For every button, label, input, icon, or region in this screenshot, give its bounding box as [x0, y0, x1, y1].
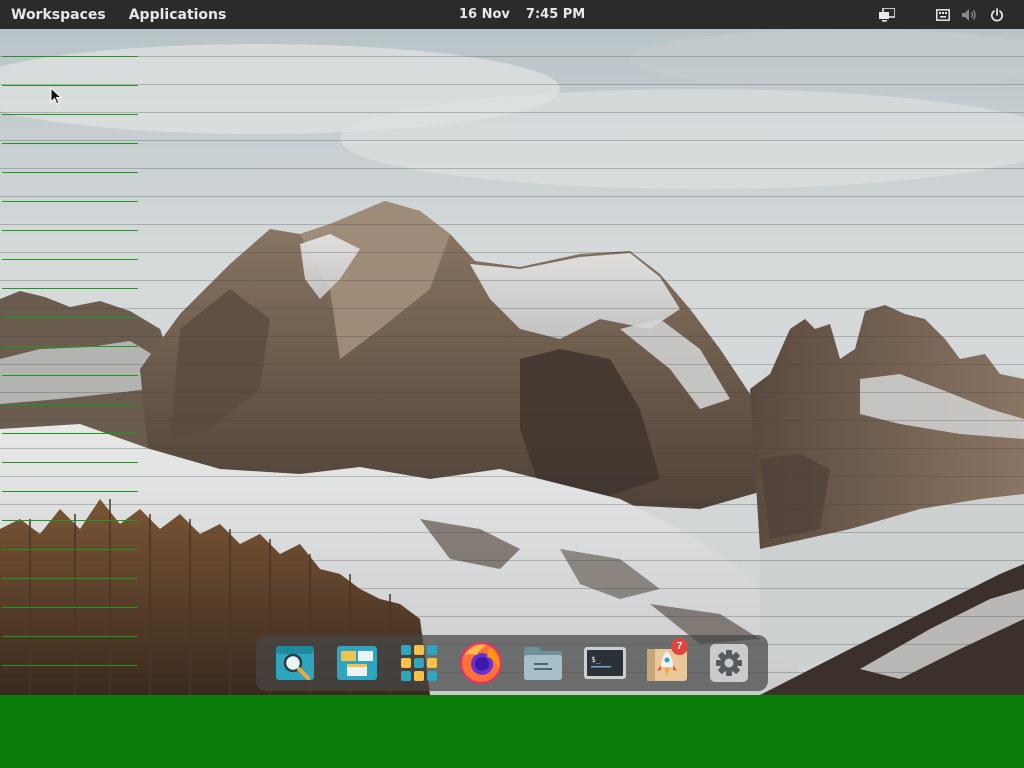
magnifier-icon	[276, 646, 314, 680]
folder-icon	[524, 647, 562, 680]
dock-item-software-updater[interactable]: 7	[644, 638, 690, 686]
clock-date: 16 Nov	[459, 7, 510, 22]
applications-button[interactable]: Applications	[129, 7, 227, 23]
dock-item-files[interactable]	[520, 640, 566, 686]
gear-icon	[710, 644, 748, 682]
terminal-icon: $_	[584, 647, 626, 679]
firefox-icon	[460, 642, 502, 684]
dock-item-settings[interactable]	[706, 640, 752, 686]
windows-icon	[337, 646, 377, 680]
clock[interactable]: 16 Nov 7:45 PM	[459, 0, 585, 29]
power-icon[interactable]	[987, 5, 1007, 25]
clock-time: 7:45 PM	[525, 7, 586, 22]
dock-item-firefox[interactable]	[458, 640, 504, 686]
mouse-pointer-icon	[50, 87, 62, 105]
top-panel: Workspaces Applications 16 Nov 7:45 PM	[0, 0, 1024, 29]
dock-item-terminal[interactable]: $_	[582, 640, 628, 686]
update-count-badge: 7	[671, 638, 688, 655]
bottom-green-bar	[0, 695, 1024, 768]
workspaces-button[interactable]: Workspaces	[11, 7, 106, 23]
dock-item-app-grid[interactable]	[396, 640, 442, 686]
dock-item-window-overview[interactable]	[334, 640, 380, 686]
desktop-wallpaper[interactable]	[0, 29, 1024, 695]
volume-muted-icon[interactable]	[959, 5, 979, 25]
svg-text:$_: $_	[591, 655, 601, 664]
dock: $_ 7	[256, 635, 768, 691]
display-icon[interactable]	[877, 5, 897, 25]
dock-item-search[interactable]	[272, 640, 318, 686]
keyboard-icon[interactable]	[933, 5, 953, 25]
mountain-wallpaper-image	[0, 29, 1024, 695]
grid-icon	[401, 645, 437, 681]
